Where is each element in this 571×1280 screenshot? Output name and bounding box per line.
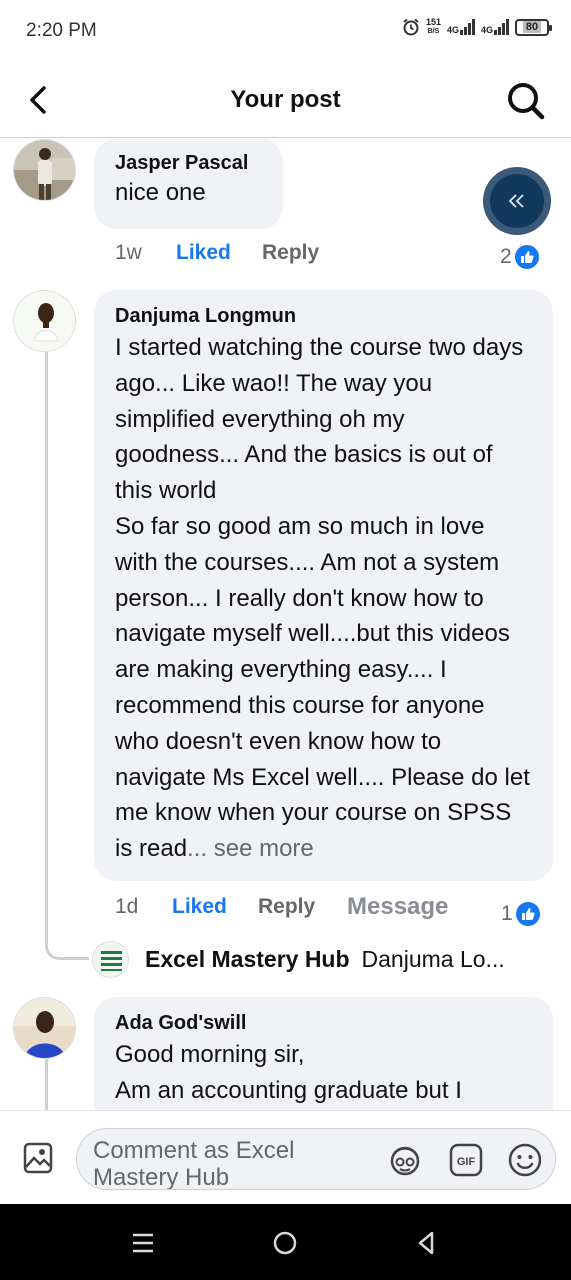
avatar-sticker-button[interactable] bbox=[387, 1142, 423, 1178]
like-button[interactable]: Liked bbox=[176, 241, 262, 265]
home-button[interactable] bbox=[268, 1226, 302, 1260]
comment-author[interactable]: Ada God'swill bbox=[115, 1012, 532, 1035]
comment-composer: Comment as Excel Mastery Hub GIF bbox=[0, 1110, 571, 1204]
reply-snippet: Danjuma Lo... bbox=[361, 945, 505, 972]
emoji-button[interactable] bbox=[507, 1142, 543, 1178]
signal-bars-icon bbox=[494, 19, 509, 35]
gif-icon: GIF bbox=[449, 1143, 483, 1177]
status-bar: 2:20 PM 151 B/S 4G 4G 80 bbox=[0, 0, 571, 62]
system-back-button[interactable] bbox=[410, 1226, 444, 1260]
avatar[interactable] bbox=[13, 997, 76, 1059]
reply-button[interactable]: Reply bbox=[258, 895, 347, 919]
comment-actions: 1d Liked Reply Message bbox=[115, 893, 448, 921]
comment-author[interactable]: Jasper Pascal bbox=[115, 152, 262, 175]
reply-page-name[interactable]: Excel Mastery Hub bbox=[145, 946, 350, 973]
status-indicators: 151 B/S 4G 4G 80 bbox=[402, 17, 552, 36]
search-button[interactable] bbox=[505, 80, 547, 122]
home-icon bbox=[273, 1231, 297, 1255]
search-icon bbox=[508, 83, 545, 120]
page-title: Your post bbox=[230, 86, 341, 113]
comment-time: 1w bbox=[115, 241, 142, 264]
avatar-sticker-icon bbox=[390, 1146, 420, 1176]
thumbs-up-icon bbox=[515, 902, 540, 926]
see-more-link[interactable]: ... see more bbox=[187, 835, 314, 862]
comment-author[interactable]: Danjuma Longmun bbox=[115, 305, 532, 328]
app-header: Your post bbox=[0, 62, 571, 138]
comment-bubble[interactable]: Jasper Pascal nice one bbox=[94, 139, 283, 229]
signal-bars-icon bbox=[459, 19, 475, 35]
comment-text: I started watching the course two days a… bbox=[115, 334, 530, 863]
alarm-icon bbox=[403, 18, 419, 36]
spreadsheet-logo-icon bbox=[93, 941, 128, 977]
status-time: 2:20 PM bbox=[26, 20, 97, 41]
scroll-back-button[interactable] bbox=[483, 167, 551, 235]
signal-1: 4G bbox=[447, 19, 475, 35]
comment-text: Good morning sir, Am an accounting gradu… bbox=[115, 1041, 462, 1104]
gif-button[interactable]: GIF bbox=[449, 1143, 483, 1177]
emoji-icon bbox=[508, 1143, 542, 1177]
comment-input[interactable]: Comment as Excel Mastery Hub GIF bbox=[76, 1128, 556, 1190]
recent-apps-button[interactable] bbox=[126, 1226, 160, 1260]
net-speed: 151 B/S bbox=[425, 17, 441, 36]
thread-connector bbox=[45, 920, 89, 960]
signal-2: 4G bbox=[481, 19, 509, 35]
page-avatar bbox=[92, 940, 129, 978]
svg-text:GIF: GIF bbox=[457, 1156, 476, 1168]
reply-preview[interactable]: Excel Mastery Hub Danjuma Lo... bbox=[92, 940, 552, 978]
double-chevron-left-icon bbox=[490, 174, 544, 228]
avatar[interactable] bbox=[13, 139, 76, 201]
reaction-count[interactable]: 1 bbox=[501, 902, 540, 926]
avatar-photo bbox=[14, 140, 75, 200]
battery-icon: 80 bbox=[515, 18, 552, 36]
reaction-count[interactable]: 2 bbox=[500, 245, 539, 269]
comment-placeholder: Comment as Excel Mastery Hub bbox=[93, 1137, 295, 1190]
comment-bubble[interactable]: Danjuma Longmun I started watching the c… bbox=[94, 290, 553, 881]
back-icon bbox=[418, 1231, 434, 1255]
avatar-photo bbox=[14, 998, 75, 1058]
message-button[interactable]: Message bbox=[347, 893, 448, 921]
thumbs-up-icon bbox=[514, 245, 539, 269]
photo-button[interactable] bbox=[22, 1141, 54, 1175]
comment-time: 1d bbox=[115, 895, 139, 918]
thread-line bbox=[45, 352, 48, 920]
reply-button[interactable]: Reply bbox=[262, 241, 319, 265]
thread-line bbox=[45, 1059, 48, 1110]
avatar-photo bbox=[14, 291, 75, 351]
like-button[interactable]: Liked bbox=[172, 895, 258, 919]
comment-text: nice one bbox=[115, 179, 206, 206]
comment-actions: 1w Liked Reply bbox=[115, 241, 319, 265]
photo-icon bbox=[23, 1142, 53, 1174]
avatar[interactable] bbox=[13, 290, 76, 352]
system-nav-bar bbox=[0, 1204, 571, 1280]
menu-icon bbox=[133, 1233, 153, 1253]
